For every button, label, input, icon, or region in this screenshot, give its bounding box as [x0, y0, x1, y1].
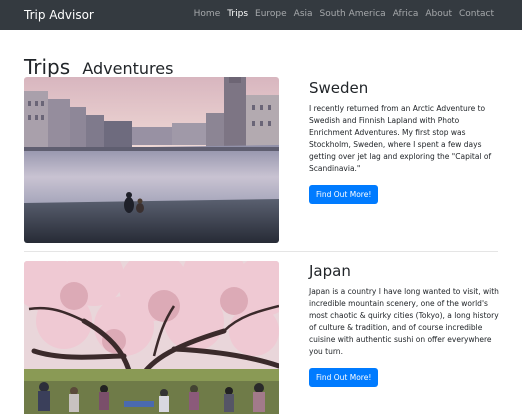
page-title-sub: Adventures [82, 59, 174, 78]
trip-text-sweden: I recently returned from an Arctic Adven… [309, 104, 492, 173]
nav-links: Home Trips Europe Asia South America Afr… [187, 8, 494, 21]
nav-link-south-america[interactable]: South America [320, 8, 386, 21]
trip-title-sweden: Sweden [309, 79, 369, 97]
trip-text-japan: Japan is a country I have long wanted to… [309, 287, 499, 356]
trip-card-sweden: Sweden I recently returned from an Arcti… [309, 79, 499, 204]
trip-title-japan: Japan [309, 262, 351, 280]
nav-link-asia[interactable]: Asia [294, 8, 313, 21]
nav-link-trips[interactable]: Trips [227, 8, 248, 21]
page-title-main: Trips [24, 55, 71, 79]
nav-link-europe[interactable]: Europe [255, 8, 287, 21]
nav-link-home[interactable]: Home [194, 8, 221, 21]
find-out-more-button-sweden[interactable]: Find Out More! [309, 185, 379, 204]
nav-link-contact[interactable]: Contact [459, 8, 494, 21]
nav-link-africa[interactable]: Africa [393, 8, 419, 21]
trip-card-japan: Japan Japan is a country I have long wan… [309, 262, 499, 387]
find-out-more-button-japan[interactable]: Find Out More! [309, 368, 379, 387]
nav-link-about[interactable]: About [425, 8, 452, 21]
japan-photo [24, 261, 279, 414]
divider [24, 251, 498, 252]
brand-link[interactable]: Trip Advisor [24, 6, 94, 24]
sweden-photo [24, 77, 279, 243]
navbar: Trip Advisor Home Trips Europe Asia Sout… [0, 0, 522, 30]
